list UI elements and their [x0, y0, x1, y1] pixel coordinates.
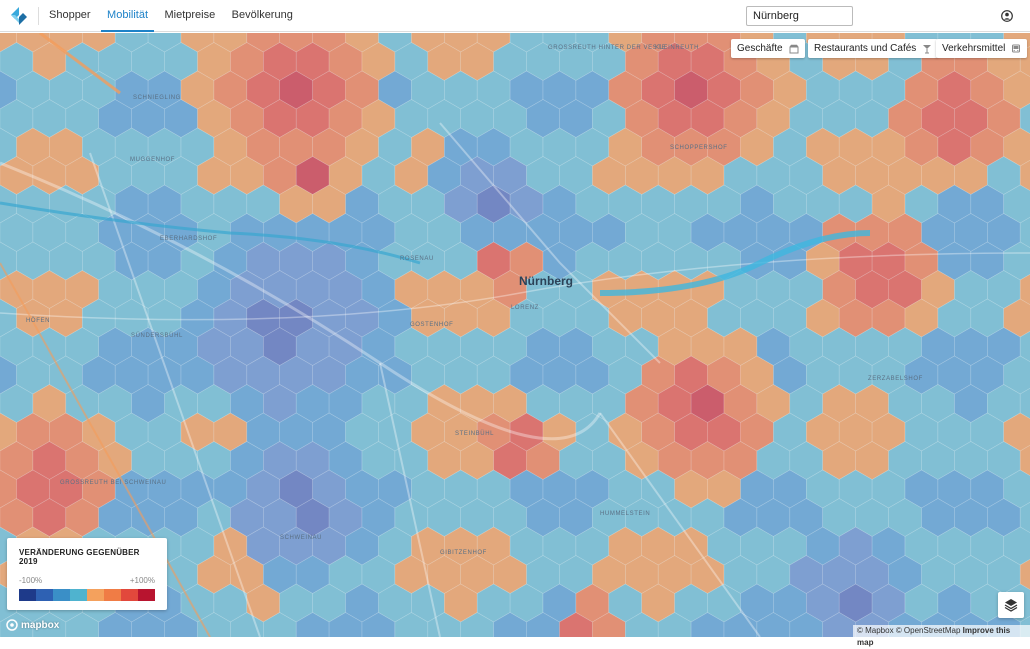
- legend-color-step: [19, 589, 36, 601]
- filter-shops-label: Geschäfte: [737, 43, 783, 54]
- layers-icon: [1004, 599, 1018, 612]
- filter-shops-button[interactable]: Geschäfte: [731, 39, 805, 58]
- legend-color-step: [70, 589, 87, 601]
- city-label: Nürnberg: [519, 274, 573, 288]
- legend-color-step: [104, 589, 121, 601]
- app-logo-icon[interactable]: [8, 5, 30, 27]
- legend-min-label: -100%: [19, 576, 43, 585]
- top-navigation-bar: Shopper Mobilität Mietpreise Bevölkerung: [0, 0, 1030, 32]
- location-search-input[interactable]: [746, 6, 853, 26]
- mapbox-logo-icon: [6, 619, 18, 631]
- nav-tab-mobilitaet[interactable]: Mobilität: [101, 0, 155, 32]
- mapbox-logo[interactable]: mapbox: [6, 619, 59, 631]
- user-account-icon[interactable]: [1001, 10, 1013, 22]
- legend-color-scale: [19, 589, 155, 601]
- legend-range: -100% +100%: [19, 576, 155, 585]
- filter-transport-button[interactable]: Verkehrsmittel: [936, 39, 1028, 58]
- attribution-osm[interactable]: © OpenStreetMap: [896, 626, 961, 635]
- attribution-mapbox[interactable]: © Mapbox: [857, 626, 894, 635]
- legend-color-step: [138, 589, 155, 601]
- legend-max-label: +100%: [129, 576, 155, 585]
- nav-tab-mietpreise[interactable]: Mietpreise: [158, 0, 221, 30]
- legend-color-step: [53, 589, 70, 601]
- filter-restaurants-label: Restaurants und Cafés: [814, 43, 917, 54]
- legend-color-step: [87, 589, 104, 601]
- tram-icon: [1012, 44, 1021, 52]
- main-nav: Shopper Mobilität Mietpreise Bevölkerung: [43, 0, 299, 32]
- nav-separator: [38, 6, 39, 25]
- legend-color-step: [36, 589, 53, 601]
- cocktail-glass-icon: [923, 44, 932, 53]
- filter-transport-label: Verkehrsmittel: [942, 43, 1006, 54]
- legend-color-step: [121, 589, 138, 601]
- layers-toggle-button[interactable]: [998, 592, 1024, 618]
- nav-tab-shopper[interactable]: Shopper: [43, 0, 97, 30]
- legend-panel: VERÄNDERUNG GEGENÜBER 2019 -100% +100%: [7, 538, 167, 610]
- mapbox-logo-text: mapbox: [21, 619, 60, 631]
- map-attribution: © Mapbox © OpenStreetMap Improve this ma…: [853, 625, 1030, 647]
- legend-title: VERÄNDERUNG GEGENÜBER 2019: [19, 548, 140, 566]
- filter-restaurants-button[interactable]: Restaurants und Cafés: [808, 39, 939, 58]
- store-icon: [789, 44, 799, 53]
- nav-tab-bevoelkerung[interactable]: Bevölkerung: [226, 0, 299, 30]
